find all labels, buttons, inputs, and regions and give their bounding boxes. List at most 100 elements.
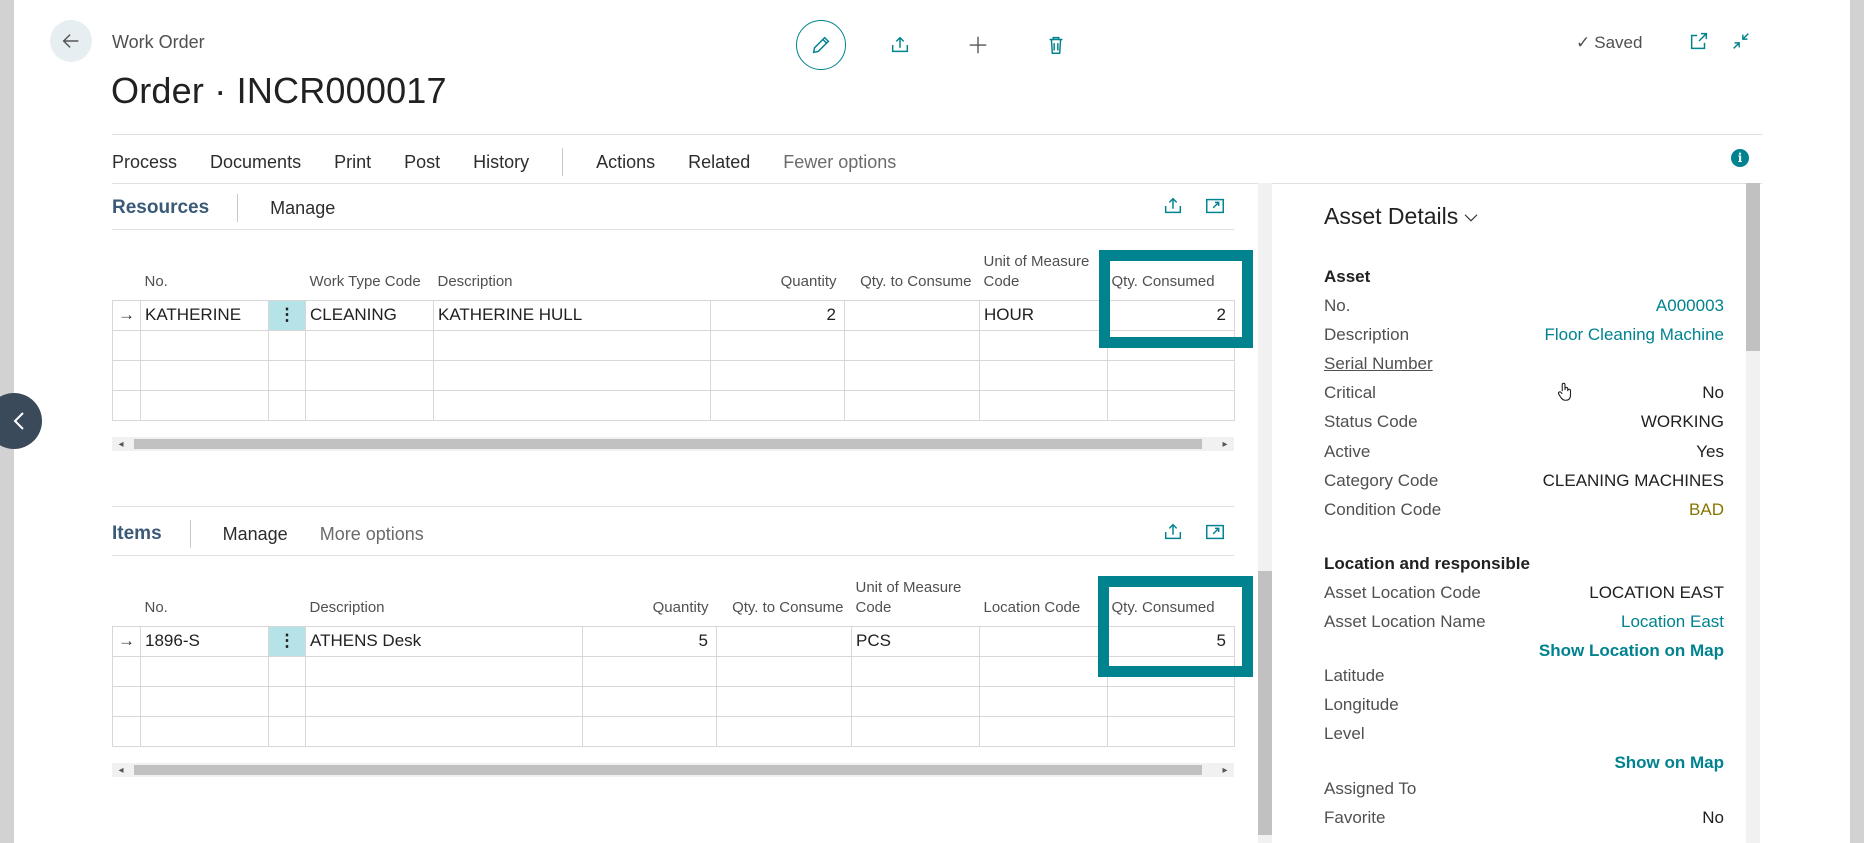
col-no[interactable]: No. (141, 576, 269, 626)
items-title[interactable]: Items (112, 523, 162, 545)
col-uom[interactable]: Unit of Measure Code (852, 576, 980, 626)
table-row[interactable] (112, 329, 1235, 361)
items-more-options-button[interactable]: More options (320, 524, 424, 545)
share-button[interactable] (876, 21, 924, 69)
open-new-window-button[interactable] (1686, 28, 1712, 54)
scroll-thumb[interactable] (134, 765, 1202, 775)
cell-location-code[interactable] (979, 625, 1108, 657)
share-icon (1164, 523, 1182, 540)
page: Work Order Order · INCR000017 ✓ Saved Pr… (0, 0, 1864, 843)
col-uom[interactable]: Unit of Measure Code (980, 250, 1108, 300)
qty-consumed-highlight (1098, 576, 1253, 677)
cell-description[interactable]: ATHENS Desk (305, 625, 583, 657)
menu-process[interactable]: Process (112, 152, 177, 173)
plus-icon (969, 36, 987, 54)
cell-quantity[interactable]: 5 (582, 625, 717, 657)
col-location-code[interactable]: Location Code (980, 576, 1108, 626)
scroll-right-icon[interactable]: ▸ (1218, 763, 1232, 777)
info-icon[interactable]: i (1731, 149, 1749, 167)
items-scrollbar[interactable]: ◂ ▸ (112, 763, 1234, 777)
status-code-row: Status Code WORKING (1324, 412, 1724, 431)
cell-work-type[interactable]: CLEANING (305, 299, 434, 331)
serial-number-row: Serial Number (1324, 354, 1724, 374)
chevron-down-icon (1464, 213, 1478, 222)
resources-share-button[interactable] (1161, 194, 1185, 218)
col-qty-to-consume[interactable]: Qty. to Consume (845, 250, 980, 300)
cell-description[interactable]: KATHERINE HULL (433, 299, 711, 331)
asset-details-title[interactable]: Asset Details (1324, 203, 1480, 230)
critical-row: Critical No (1324, 383, 1724, 402)
scroll-left-icon[interactable]: ◂ (114, 763, 128, 777)
table-row[interactable] (112, 655, 1235, 687)
asset-no-link[interactable]: A000003 (1656, 296, 1724, 316)
row-menu-button[interactable]: ⋮ (268, 625, 306, 657)
table-row[interactable] (112, 715, 1235, 747)
saved-status: ✓ Saved (1576, 33, 1643, 52)
table-row[interactable]: → KATHERINE ⋮ CLEANING KATHERINE HULL 2 … (112, 299, 1235, 331)
expand-icon (1206, 198, 1224, 214)
scroll-thumb[interactable] (1258, 571, 1272, 835)
menu-post[interactable]: Post (404, 152, 440, 173)
new-button[interactable] (954, 21, 1002, 69)
cell-qty-to-consume[interactable] (844, 299, 980, 331)
condition-code-row: Condition Code BAD (1324, 500, 1724, 519)
menu-documents[interactable]: Documents (210, 152, 301, 173)
factbox-scrollbar[interactable] (1746, 183, 1760, 843)
divider (112, 134, 1762, 135)
col-work-type[interactable]: Work Type Code (306, 250, 434, 300)
asset-group-heading: Asset (1324, 267, 1371, 286)
open-in-new-icon (1690, 32, 1708, 50)
asset-description-link[interactable]: Floor Cleaning Machine (1544, 325, 1724, 345)
cell-qty-to-consume[interactable] (716, 625, 852, 657)
scroll-right-icon[interactable]: ▸ (1218, 437, 1232, 451)
scroll-thumb[interactable] (134, 439, 1202, 449)
show-on-map-link[interactable]: Show on Map (1424, 753, 1724, 773)
share-icon (1164, 197, 1182, 214)
table-row[interactable] (112, 359, 1235, 391)
items-table: No. Description Quantity Qty. to Consume… (112, 576, 1235, 747)
cell-no[interactable]: KATHERINE (140, 299, 269, 331)
fewer-options-button[interactable]: Fewer options (783, 152, 896, 173)
col-quantity[interactable]: Quantity (583, 576, 717, 626)
page-toolbar (796, 20, 1110, 70)
col-quantity[interactable]: Quantity (711, 250, 845, 300)
scroll-left-icon[interactable]: ◂ (114, 437, 128, 451)
col-description[interactable]: Description (306, 576, 583, 626)
resources-scrollbar[interactable]: ◂ ▸ (112, 437, 1234, 451)
table-row[interactable] (112, 685, 1235, 717)
collapse-button[interactable] (1728, 28, 1754, 54)
back-button[interactable] (50, 20, 92, 62)
delete-button[interactable] (1032, 21, 1080, 69)
items-expand-button[interactable] (1203, 520, 1227, 544)
pencil-icon (812, 36, 830, 54)
items-manage-button[interactable]: Manage (223, 524, 288, 545)
col-no[interactable]: No. (141, 250, 269, 300)
resources-title[interactable]: Resources (112, 197, 209, 219)
table-row[interactable]: → 1896-S ⋮ ATHENS Desk 5 PCS 5 (112, 625, 1235, 657)
items-share-button[interactable] (1161, 520, 1185, 544)
page-title: Order · INCR000017 (111, 70, 447, 111)
action-menu: Process Documents Print Post History Act… (112, 148, 929, 176)
cell-uom[interactable]: PCS (851, 625, 980, 657)
col-qty-to-consume[interactable]: Qty. to Consume (717, 576, 852, 626)
menu-history[interactable]: History (473, 152, 529, 173)
cell-uom[interactable]: HOUR (979, 299, 1108, 331)
table-row[interactable] (112, 389, 1235, 421)
breadcrumb: Work Order (112, 32, 205, 52)
main-vertical-scrollbar[interactable] (1258, 183, 1272, 843)
resources-expand-button[interactable] (1203, 194, 1227, 218)
menu-related[interactable]: Related (688, 152, 750, 173)
show-location-on-map-link[interactable]: Show Location on Map (1424, 641, 1724, 661)
col-description[interactable]: Description (434, 250, 711, 300)
menu-print[interactable]: Print (334, 152, 371, 173)
resources-manage-button[interactable]: Manage (270, 198, 335, 219)
cell-quantity[interactable]: 2 (710, 299, 845, 331)
serial-number-link[interactable]: Serial Number (1324, 354, 1433, 374)
asset-location-name-link[interactable]: Location East (1621, 612, 1724, 632)
cell-no[interactable]: 1896-S (140, 625, 269, 657)
row-menu-button[interactable]: ⋮ (268, 299, 306, 331)
edit-button[interactable] (796, 20, 846, 70)
menu-actions[interactable]: Actions (596, 152, 655, 173)
check-icon: ✓ (1576, 33, 1591, 52)
scroll-thumb[interactable] (1746, 183, 1760, 351)
